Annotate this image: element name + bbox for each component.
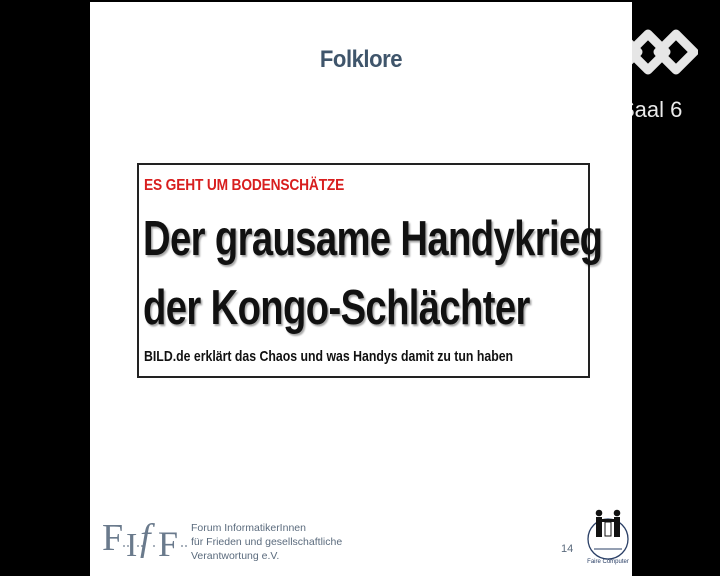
broadcaster-logo-icon: [598, 29, 698, 75]
newspaper-headline-clipping: ES GEHT UM BODENSCHÄTZE Der grausame Han…: [137, 163, 603, 378]
organization-line-3: Verantwortung e.V.: [191, 550, 280, 562]
headline-line-2: der Kongo-Schlächter: [143, 281, 530, 335]
slide-title: Folklore: [319, 46, 403, 73]
fair-computer-logo-icon: Faire Computer: [587, 509, 629, 565]
svg-text:F: F: [102, 517, 123, 559]
svg-text:f: f: [140, 517, 155, 559]
slide-page-number: 14: [561, 543, 574, 555]
fiff-logo-icon: F I f F: [102, 517, 187, 564]
headline-line-1: Der grausame Handykrieg: [143, 212, 603, 266]
headline-subline: BILD.de erklärt das Chaos und was Handys…: [144, 348, 514, 365]
svg-text:F: F: [158, 524, 178, 564]
svg-text:Faire Computer: Faire Computer: [587, 559, 629, 565]
organization-line-2: für Frieden und gesellschaftliche: [191, 536, 343, 548]
room-label: Saal 6: [620, 97, 683, 122]
presentation-slide: Folklore ES GEHT UM BODENSCHÄTZE Der gra…: [90, 2, 632, 576]
organization-name: Forum InformatikerInnen für Frieden und …: [191, 521, 342, 563]
headline-kicker: ES GEHT UM BODENSCHÄTZE: [144, 177, 345, 194]
organization-line-1: Forum InformatikerInnen: [191, 522, 306, 534]
